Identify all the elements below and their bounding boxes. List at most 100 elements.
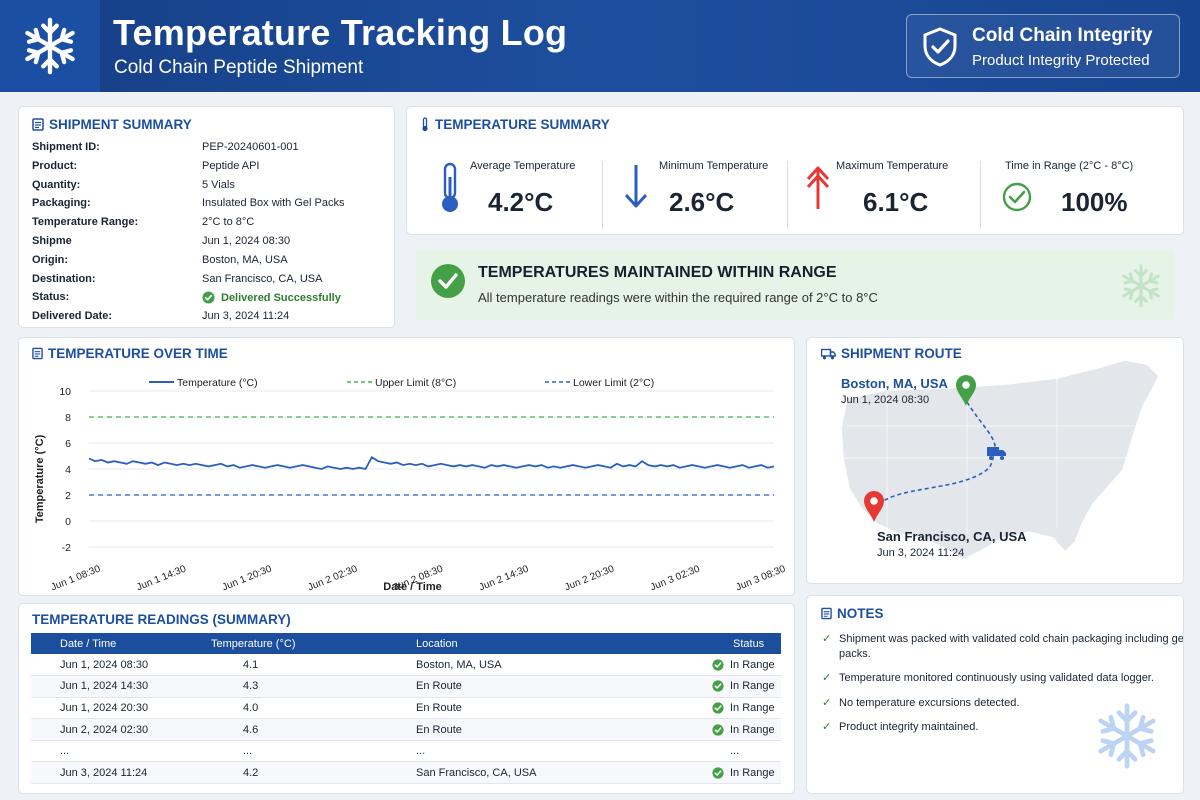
arrow-up-icon (806, 166, 830, 209)
column-header-status[interactable]: Status (670, 633, 781, 654)
legend-label: Temperature (°C) (177, 377, 258, 389)
cell-temperature: 4.0 (211, 697, 416, 720)
legend-label: Upper Limit (8°C) (375, 377, 456, 389)
check-circle-filled-icon (431, 264, 465, 298)
cell-location: En Route (416, 697, 670, 720)
temperature-readings-table: Date / Time Temperature (°C) Location St… (31, 633, 781, 785)
column-header-date[interactable]: Date / Time (31, 633, 211, 654)
x-tick-label: Jun 2 14:30 (478, 563, 531, 593)
cell-location: En Route (416, 718, 670, 741)
destination-date: Jun 3, 2024 11:24 (877, 547, 965, 559)
document-icon (32, 118, 44, 131)
column-header-location[interactable]: Location (416, 633, 670, 654)
detail-value: Delivered Successfully (202, 291, 341, 304)
x-tick-label: Jun 3 02:30 (649, 563, 702, 593)
average-temperature-label: Average Temperature (470, 160, 576, 172)
maximum-temperature-label: Maximum Temperature (836, 160, 949, 172)
cell-location: En Route (416, 675, 670, 698)
table-row: Jun 1, 2024 14:30 4.3 En Route In Range (31, 675, 781, 698)
detail-key: Delivered Date: (32, 310, 113, 323)
cell-status: In Range (670, 761, 781, 785)
origin-city: Boston, MA, USA (841, 376, 948, 391)
note-text: Shipment was packed with validated cold … (839, 633, 1184, 660)
temperature-summary-title: TEMPERATURE SUMMARY (420, 117, 610, 132)
table-row: Jun 3, 2024 11:24 4.2 San Francisco, CA, U… (31, 761, 781, 785)
check-circle-icon (202, 291, 215, 304)
shipment-summary-panel: SHIPMENT SUMMARY Shipment ID: PEP-2024060… (18, 106, 395, 328)
integrity-badge: Cold Chain Integrity Product Integrity P… (906, 14, 1180, 78)
arrow-down-icon (624, 165, 648, 208)
snowflake-watermark-icon (1122, 264, 1160, 308)
notes-title: NOTES (821, 606, 884, 621)
cell-date: Jun 1, 2024 14:30 (31, 675, 211, 698)
check-circle-icon (712, 724, 724, 736)
check-circle-icon (1002, 182, 1032, 212)
table-row: ............ (31, 740, 781, 763)
x-tick-label: Jun 1 20:30 (221, 563, 274, 593)
check-circle-icon (712, 658, 724, 671)
temperature-chart-panel: TEMPERATURE OVER TIME -2 0 2 4 6 8 10 Jun 1 08:… (18, 337, 795, 596)
cell-location: Boston, MA, USA (416, 654, 670, 677)
detail-value: 2°C to 8°C (202, 216, 255, 229)
check-circle-icon (712, 680, 724, 692)
detail-value: Peptide API (202, 159, 260, 172)
origin-date: Jun 1, 2024 08:30 (841, 394, 930, 406)
detail-key: Shipme (32, 235, 72, 247)
table-row: Jun 2, 2024 02:30 4.6 En Route In Range (31, 718, 781, 741)
temperature-summary-panel: TEMPERATURE SUMMARY Average Temperature … (406, 106, 1184, 235)
badge-title: Cold Chain Integrity (972, 25, 1153, 46)
cell-location: San Francisco, CA, USA (416, 761, 670, 785)
cell-status: ... (670, 740, 781, 763)
snowflake-icon (25, 17, 75, 75)
detail-value: Jun 3, 2024 11:24 (202, 310, 290, 323)
table-header-row: Date / Time Temperature (°C) Location St… (31, 633, 781, 654)
status-label: In Range (730, 766, 775, 779)
status-label: In Range (730, 658, 775, 671)
detail-value: Jun 1, 2024 08:30 (202, 235, 291, 247)
cell-temperature: 4.2 (211, 761, 416, 785)
y-tick-label: 2 (65, 490, 71, 502)
cell-temperature: 4.1 (211, 654, 416, 677)
thermometer-small-icon (422, 117, 428, 132)
detail-key: Origin: (32, 253, 69, 266)
detail-key: Quantity: (32, 178, 81, 191)
in-range-alert: TEMPERATURES MAINTAINED WITHIN RANGE All… (416, 250, 1175, 320)
y-tick-label: 6 (65, 438, 71, 450)
us-map (840, 359, 1160, 561)
minimum-temperature-value: 2.6°C (669, 187, 735, 217)
detail-value: San Francisco, CA, USA (202, 272, 323, 285)
alert-message: All temperature readings were within the… (478, 290, 878, 305)
y-axis-label: Temperature (°C) (34, 434, 46, 523)
y-tick-label: 10 (59, 386, 71, 398)
x-tick-label: Jun 2 20:30 (563, 563, 616, 593)
destination-city: San Francisco, CA, USA (877, 529, 1027, 544)
cell-temperature: 4.6 (211, 718, 416, 741)
x-tick-label: Jun 3 08:30 (735, 563, 788, 593)
status-label: ... (730, 745, 740, 758)
check-circle-icon (712, 767, 724, 779)
temperature-line-chart: -2 0 2 4 6 8 10 Jun 1 08:30 Jun 1 14:30 Jun 1 20:… (34, 377, 788, 593)
notes-label: NOTES (837, 606, 884, 621)
detail-key: Temperature Range: (32, 216, 139, 229)
detail-value: Boston, MA, USA (202, 253, 288, 266)
cell-date: ... (31, 740, 211, 763)
temperature-readings-title: TEMPERATURE READINGS (SUMMARY) (32, 612, 291, 627)
average-temperature-metric: Average Temperature 4.2°C (407, 143, 602, 233)
minimum-temperature-label: Minimum Temperature (659, 160, 769, 172)
detail-value: 5 Vials (202, 178, 235, 191)
cell-status: In Range (670, 675, 781, 698)
cell-date: Jun 1, 2024 20:30 (31, 697, 211, 720)
legend-label: Lower Limit (2°C) (573, 377, 654, 389)
column-header-temperature[interactable]: Temperature (°C) (211, 633, 416, 654)
table-row: Jun 1, 2024 20:30 4.0 En Route In Range (31, 697, 781, 720)
shipment-route-panel: SHIPMENT ROUTE Boston, MA, USA Jun 1, 20… (806, 337, 1184, 584)
detail-key: Destination: (32, 272, 96, 285)
document-icon (821, 607, 832, 620)
status-label: In Range (730, 680, 775, 693)
badge-subtitle: Product Integrity Protected (972, 52, 1150, 69)
x-tick-label: Jun 2 02:30 (306, 563, 359, 593)
check-icon: ✓ (822, 697, 832, 709)
detail-key: Shipment ID: (32, 141, 100, 153)
snowflake-decor-icon (1098, 703, 1156, 769)
cell-location: ... (416, 740, 670, 763)
